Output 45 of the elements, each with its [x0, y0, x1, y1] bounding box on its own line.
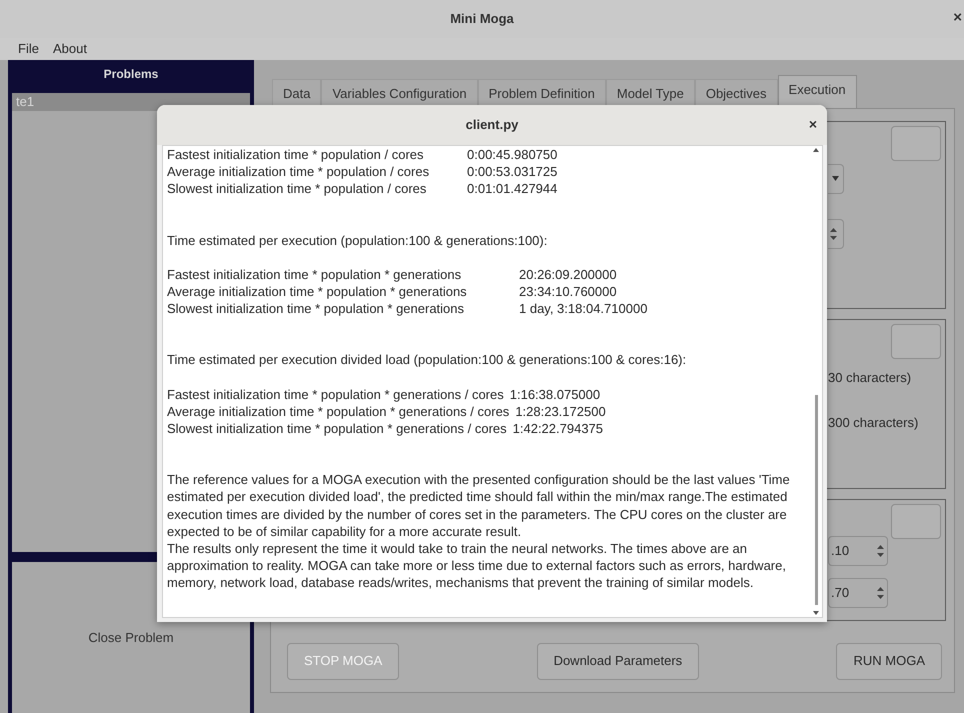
- dropdown[interactable]: [828, 164, 844, 194]
- spin-value: .10: [831, 542, 850, 560]
- time-label: Fastest initialization time * population * generations: [167, 266, 462, 284]
- time-label: Average initialization time * population / cores: [167, 163, 430, 180]
- field-hint: 300 characters): [828, 414, 918, 432]
- time-label: Fastest initialization time * population * generations / cores: [167, 386, 504, 403]
- section-heading: Time estimated per execution divided load (population:100 & generations:100 & cores:16):: [167, 351, 688, 369]
- tab[interactable]: Execution: [778, 75, 857, 108]
- time-value: 1 day, 3:18:04.710000: [519, 300, 648, 318]
- caret-icon: [832, 176, 839, 181]
- time-label: Slowest initialization time * population * generations / cores: [167, 420, 507, 438]
- spin-arrows-icon: [877, 544, 884, 558]
- menu-item[interactable]: File: [18, 39, 39, 59]
- time-value: 23:34:10.760000: [519, 283, 617, 300]
- note-text: The reference values for a MOGA execution with the presented configuration should be the last values 'Time estimated per execution divided load', the predicted time should fall within the min/max range.The estimated execution times are divided by the number of cores set in the parameters. The CPU cores on the cluster are expected to be of similar capability for a more accurate result.: [167, 471, 791, 540]
- action-button[interactable]: RUN MOGA: [836, 642, 942, 680]
- time-value: 1:42:22.794375: [512, 420, 604, 438]
- window-title: Mini Moga: [450, 10, 514, 28]
- spin-value: .70: [831, 584, 850, 602]
- scroll-down-icon[interactable]: [812, 609, 820, 617]
- spin-arrows-icon: [830, 226, 837, 240]
- close-button[interactable]: ×: [808, 117, 817, 131]
- time-label: Average initialization time * population * generations / cores: [167, 402, 510, 420]
- spin-box[interactable]: .10: [828, 536, 888, 566]
- time-value: 0:01:01.427944: [467, 180, 558, 198]
- dialog-title: client.py: [466, 116, 518, 134]
- time-value: 1:28:23.172500: [515, 402, 606, 420]
- close-button[interactable]: ×: [953, 10, 962, 25]
- sidebar-title: Problems: [102, 66, 160, 83]
- menu-item[interactable]: About: [52, 39, 87, 59]
- time-label: Slowest initialization time * population * generations: [167, 300, 466, 318]
- spin-box[interactable]: [828, 218, 844, 248]
- time-label: Average initialization time * population * generations: [167, 283, 468, 300]
- time-value: 1:16:38.075000: [510, 386, 600, 403]
- time-value: 0:00:45.980750: [467, 146, 558, 164]
- spin-box[interactable]: .70: [828, 578, 888, 608]
- section-heading: Time estimated per execution (population:100 & generations:100):: [167, 232, 548, 249]
- time-label: Fastest initialization time * population / cores: [167, 146, 425, 164]
- spin-arrows-icon: [877, 586, 884, 600]
- tab[interactable]: Data: [272, 79, 322, 108]
- time-label: Slowest initialization time * population / cores: [167, 180, 428, 198]
- time-value: 0:00:53.031725: [467, 163, 558, 180]
- field-hint: 30 characters): [828, 368, 912, 387]
- time-value: 20:26:09.200000: [519, 266, 617, 284]
- action-button[interactable]: Download Parameters: [536, 642, 700, 680]
